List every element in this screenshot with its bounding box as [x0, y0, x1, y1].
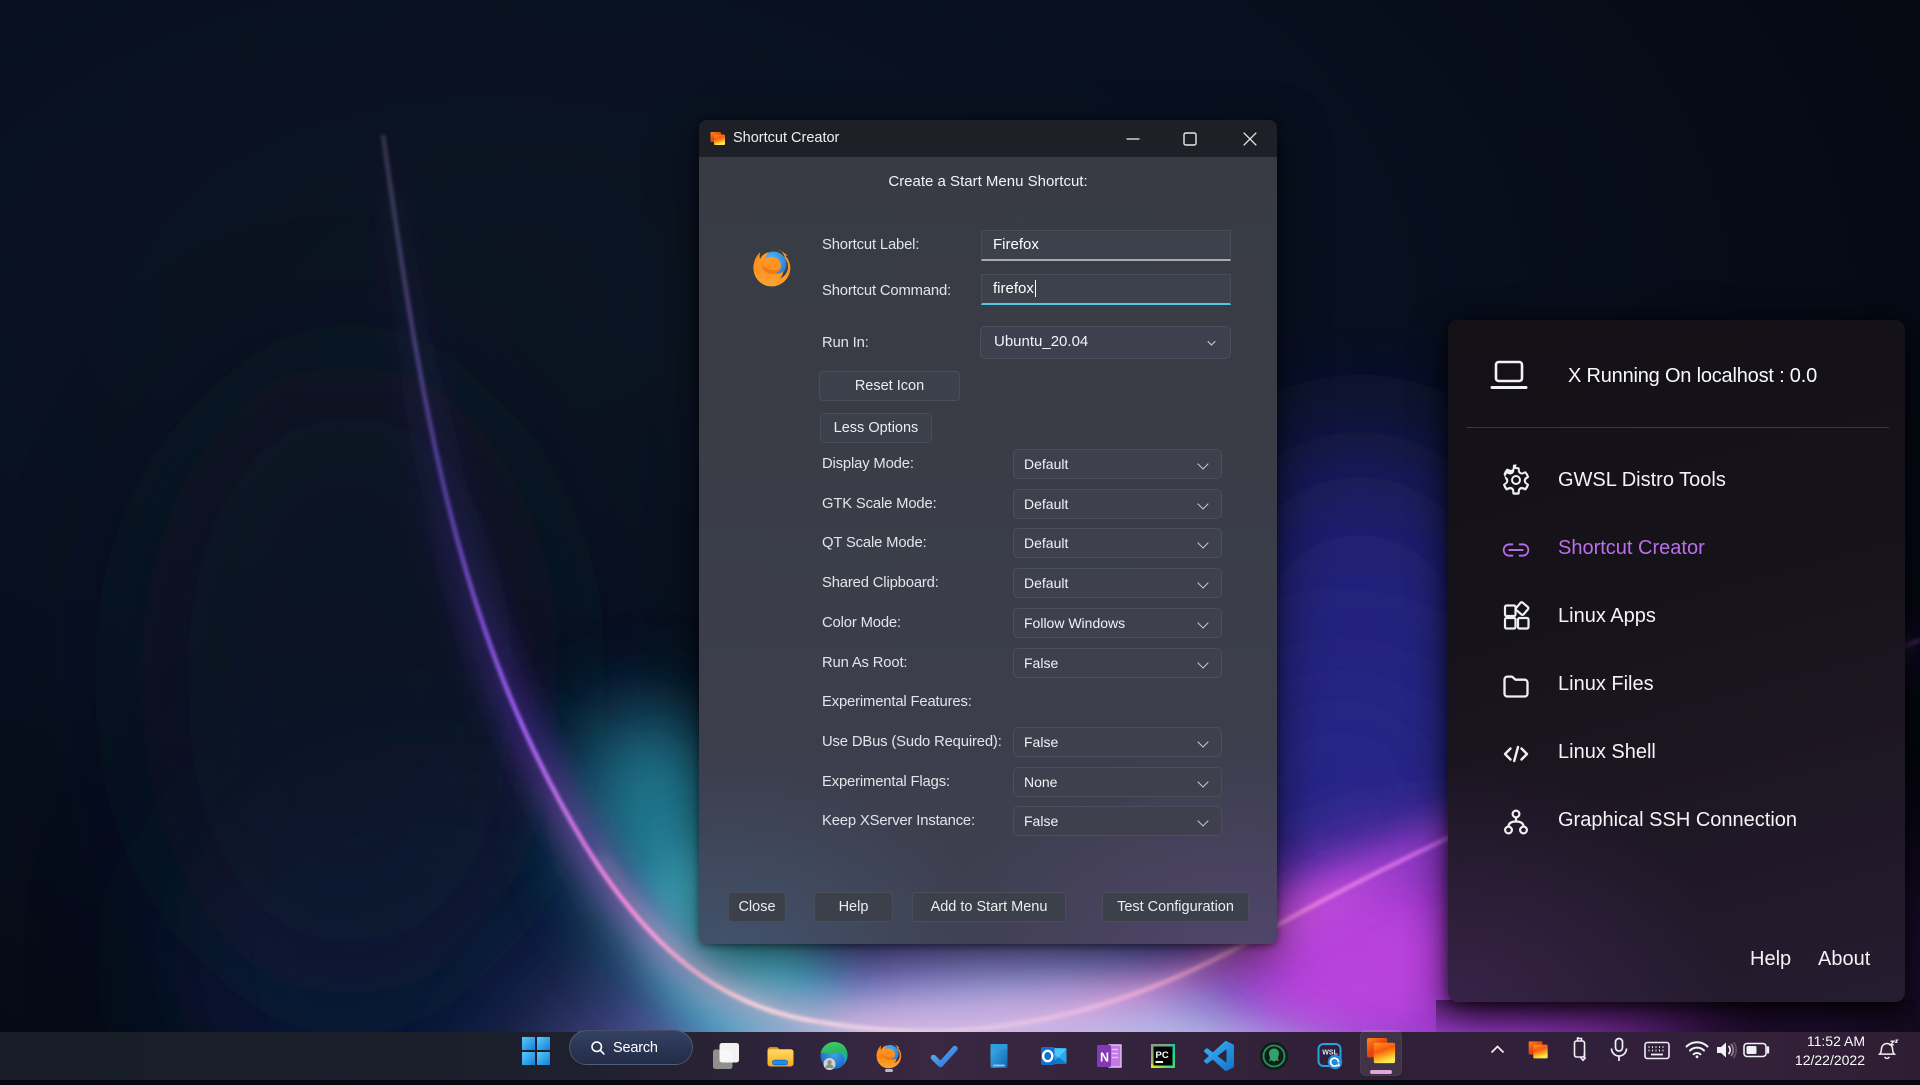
svg-text:PC: PC: [1156, 1050, 1169, 1061]
svg-text:N: N: [1100, 1051, 1109, 1065]
